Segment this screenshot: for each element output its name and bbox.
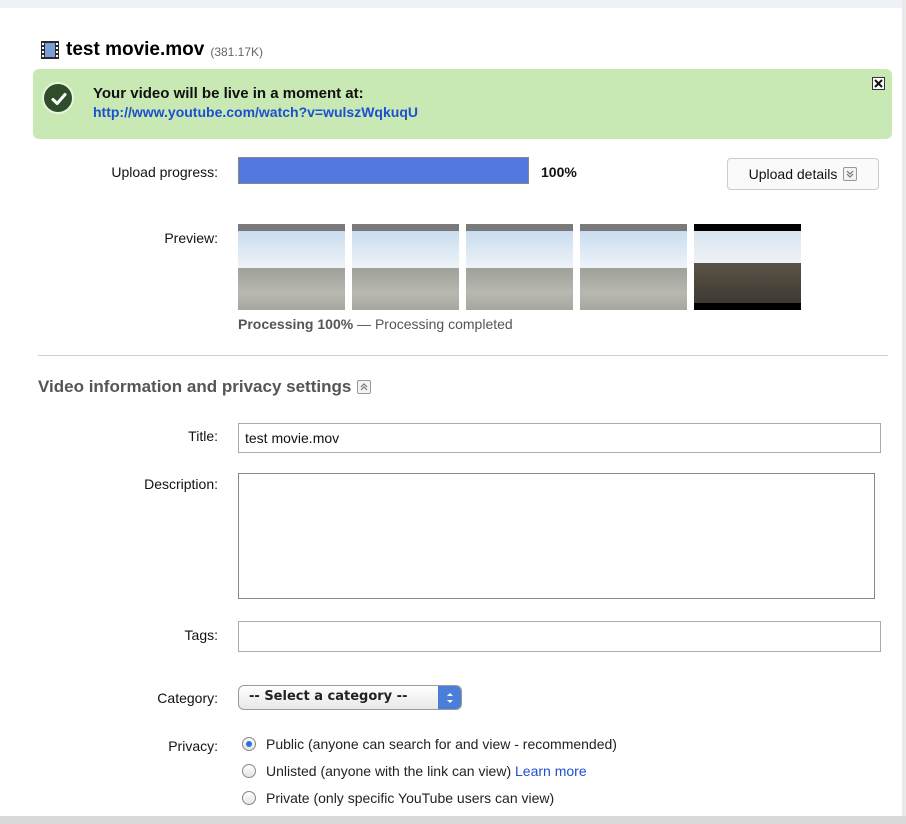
tags-input[interactable]	[238, 621, 881, 652]
title-input[interactable]	[238, 423, 881, 453]
chevron-up-icon[interactable]	[357, 380, 372, 394]
radio-private[interactable]	[242, 791, 256, 805]
radio-unlisted[interactable]	[242, 764, 256, 778]
category-selected-value: -- Select a category --	[249, 689, 408, 704]
processing-status-bold: Processing 100%	[238, 316, 354, 332]
description-label: Description:	[144, 476, 218, 492]
checkmark-icon	[42, 82, 74, 114]
success-message: Your video will be live in a moment at:	[93, 85, 364, 102]
upload-progress-fill	[239, 158, 528, 183]
processing-status-detail: — Processing completed	[353, 316, 513, 332]
category-label: Category:	[157, 690, 218, 706]
upload-progress-bar	[238, 157, 529, 184]
close-icon[interactable]	[872, 77, 885, 90]
file-header: test movie.mov (381.17K)	[40, 38, 263, 62]
description-textarea[interactable]	[238, 473, 875, 599]
section-divider	[38, 355, 888, 356]
category-select[interactable]: -- Select a category --	[238, 685, 462, 710]
file-name: test movie.mov	[66, 39, 205, 60]
chevron-down-icon	[843, 167, 858, 181]
upload-progress-label: Upload progress:	[111, 164, 218, 180]
processing-status: Processing 100% — Processing completed	[238, 316, 513, 332]
privacy-public-label: Public (anyone can search for and view -…	[266, 736, 617, 752]
right-scroll-edge	[902, 0, 906, 824]
select-arrows-icon	[438, 686, 461, 709]
privacy-option-public[interactable]: Public (anyone can search for and view -…	[242, 736, 617, 752]
bottom-edge	[0, 816, 906, 824]
video-url-link[interactable]: http://www.youtube.com/watch?v=wulszWqku…	[93, 104, 418, 120]
tags-label: Tags:	[184, 627, 218, 643]
privacy-option-private[interactable]: Private (only specific YouTube users can…	[242, 790, 554, 806]
preview-thumbnail[interactable]	[580, 224, 687, 310]
section-title-text: Video information and privacy settings	[38, 377, 352, 396]
film-icon	[40, 40, 60, 60]
preview-thumbnails	[238, 224, 801, 310]
learn-more-link[interactable]: Learn more	[515, 763, 587, 779]
success-notice: Your video will be live in a moment at: …	[33, 69, 892, 139]
preview-thumbnail[interactable]	[352, 224, 459, 310]
title-label: Title:	[188, 428, 218, 444]
privacy-private-label: Private (only specific YouTube users can…	[266, 790, 555, 806]
radio-public[interactable]	[242, 737, 256, 751]
upload-details-label: Upload details	[748, 166, 838, 182]
top-strip	[0, 0, 906, 8]
privacy-label: Privacy:	[168, 738, 218, 754]
video-info-section-title[interactable]: Video information and privacy settings	[38, 377, 372, 397]
upload-details-button[interactable]: Upload details	[727, 158, 879, 190]
preview-thumbnail[interactable]	[238, 224, 345, 310]
upload-progress-percent: 100%	[541, 164, 577, 180]
privacy-option-unlisted[interactable]: Unlisted (anyone with the link can view)…	[242, 763, 587, 779]
privacy-unlisted-label: Unlisted (anyone with the link can view)	[266, 763, 512, 779]
preview-thumbnail[interactable]	[466, 224, 573, 310]
file-size: (381.17K)	[210, 45, 264, 59]
preview-label: Preview:	[164, 230, 218, 246]
preview-thumbnail[interactable]	[694, 224, 801, 310]
